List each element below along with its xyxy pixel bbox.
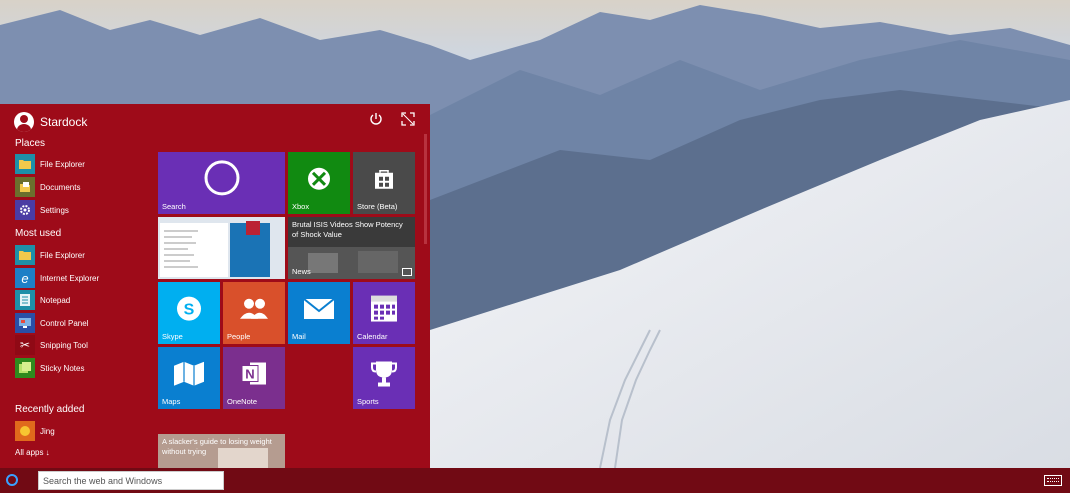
most-used-item-label: Control Panel <box>40 318 89 328</box>
search-input[interactable] <box>38 471 224 490</box>
tile-desktop-thumbnail[interactable] <box>158 217 285 279</box>
article-headline: A slacker's guide to losing weight witho… <box>162 437 272 456</box>
tile-label: Maps <box>162 397 181 406</box>
calendar-icon <box>371 295 397 327</box>
tile-label: Search <box>162 202 186 211</box>
tile-label: Skype <box>162 332 183 341</box>
most-used-item-label: File Explorer <box>40 250 85 260</box>
recently-added-item-label: Jing <box>40 426 55 436</box>
user-account[interactable]: Stardock <box>14 110 87 134</box>
svg-text:S: S <box>184 302 195 319</box>
gear-icon <box>15 200 35 220</box>
maps-icon <box>174 361 204 391</box>
recently-added-item-jing[interactable]: Jing <box>15 421 55 441</box>
folder-icon <box>15 154 35 174</box>
tile-label: Sports <box>357 397 379 406</box>
places-item-label: Settings <box>40 205 69 215</box>
places-item-file-explorer[interactable]: File Explorer <box>15 154 85 174</box>
all-apps-button[interactable]: All apps ↓ <box>15 448 50 457</box>
tile-mail[interactable]: Mail <box>288 282 350 344</box>
mail-icon <box>303 298 335 324</box>
places-item-label: File Explorer <box>40 159 85 169</box>
most-used-heading: Most used <box>15 228 62 239</box>
folder-icon <box>15 245 35 265</box>
news-icon <box>402 268 412 276</box>
store-bag-icon <box>372 167 396 196</box>
most-used-item-sticky-notes[interactable]: Sticky Notes <box>15 358 84 378</box>
svg-text:N: N <box>245 367 254 382</box>
tile-label: News <box>292 267 311 276</box>
most-used-item-label: Notepad <box>40 295 71 305</box>
tile-search[interactable]: Search <box>158 152 285 214</box>
tile-skype[interactable]: S Skype <box>158 282 220 344</box>
tile-people[interactable]: People <box>223 282 285 344</box>
scissors-icon: ✂ <box>15 335 35 355</box>
tile-calendar[interactable]: Calendar <box>353 282 415 344</box>
tile-label: Calendar <box>357 332 388 341</box>
trophy-icon <box>371 360 397 393</box>
tile-xbox[interactable]: Xbox <box>288 152 350 214</box>
power-icon[interactable] <box>368 112 384 128</box>
places-item-settings[interactable]: Settings <box>15 200 69 220</box>
tile-health-article[interactable]: A slacker's guide to losing weight witho… <box>158 434 285 468</box>
skype-icon: S <box>176 296 202 327</box>
sticky-notes-icon <box>15 358 35 378</box>
keyboard-icon[interactable] <box>1044 475 1062 486</box>
places-item-documents[interactable]: Documents <box>15 177 80 197</box>
tile-label: OneNote <box>227 397 258 406</box>
tile-maps[interactable]: Maps <box>158 347 220 409</box>
onenote-icon: N <box>240 360 268 393</box>
tile-label: People <box>227 332 251 341</box>
tile-news[interactable]: Brutal ISIS Videos Show Potency of Shock… <box>288 217 415 279</box>
news-headline: Brutal ISIS Videos Show Potency of Shock… <box>292 220 403 239</box>
documents-icon <box>15 177 35 197</box>
tile-label: Store (Beta) <box>357 202 398 211</box>
tile-sports[interactable]: Sports <box>353 347 415 409</box>
desktop-thumbnail-image <box>158 217 285 279</box>
xbox-icon <box>307 167 331 196</box>
notepad-icon <box>15 290 35 310</box>
avatar <box>14 112 34 132</box>
username: Stardock <box>40 115 88 129</box>
jing-icon <box>15 421 35 441</box>
tile-label: Xbox <box>292 202 310 211</box>
taskbar <box>0 468 1070 493</box>
places-item-label: Documents <box>40 182 81 192</box>
cortana-icon[interactable] <box>6 474 18 486</box>
internet-explorer-icon: e <box>15 268 35 288</box>
places-heading: Places <box>15 138 46 149</box>
most-used-item-internet-explorer[interactable]: e Internet Explorer <box>15 268 99 288</box>
most-used-item-label: Sticky Notes <box>40 363 85 373</box>
most-used-item-label: Snipping Tool <box>40 340 88 350</box>
most-used-item-snipping-tool[interactable]: ✂ Snipping Tool <box>15 335 88 355</box>
people-icon <box>239 297 269 326</box>
recently-added-heading: Recently added <box>15 404 85 415</box>
scrollbar[interactable] <box>424 134 427 244</box>
most-used-item-control-panel[interactable]: Control Panel <box>15 313 88 333</box>
start-menu: Stardock Places File Explorer Documents … <box>0 104 430 468</box>
most-used-item-notepad[interactable]: Notepad <box>15 290 70 310</box>
tile-store[interactable]: Store (Beta) <box>353 152 415 214</box>
expand-icon[interactable] <box>400 112 416 128</box>
control-panel-icon <box>15 313 35 333</box>
tile-onenote[interactable]: N OneNote <box>223 347 285 409</box>
tile-label: Mail <box>292 332 306 341</box>
most-used-item-file-explorer[interactable]: File Explorer <box>15 245 85 265</box>
cortana-ring-icon <box>203 159 241 202</box>
most-used-item-label: Internet Explorer <box>40 273 100 283</box>
